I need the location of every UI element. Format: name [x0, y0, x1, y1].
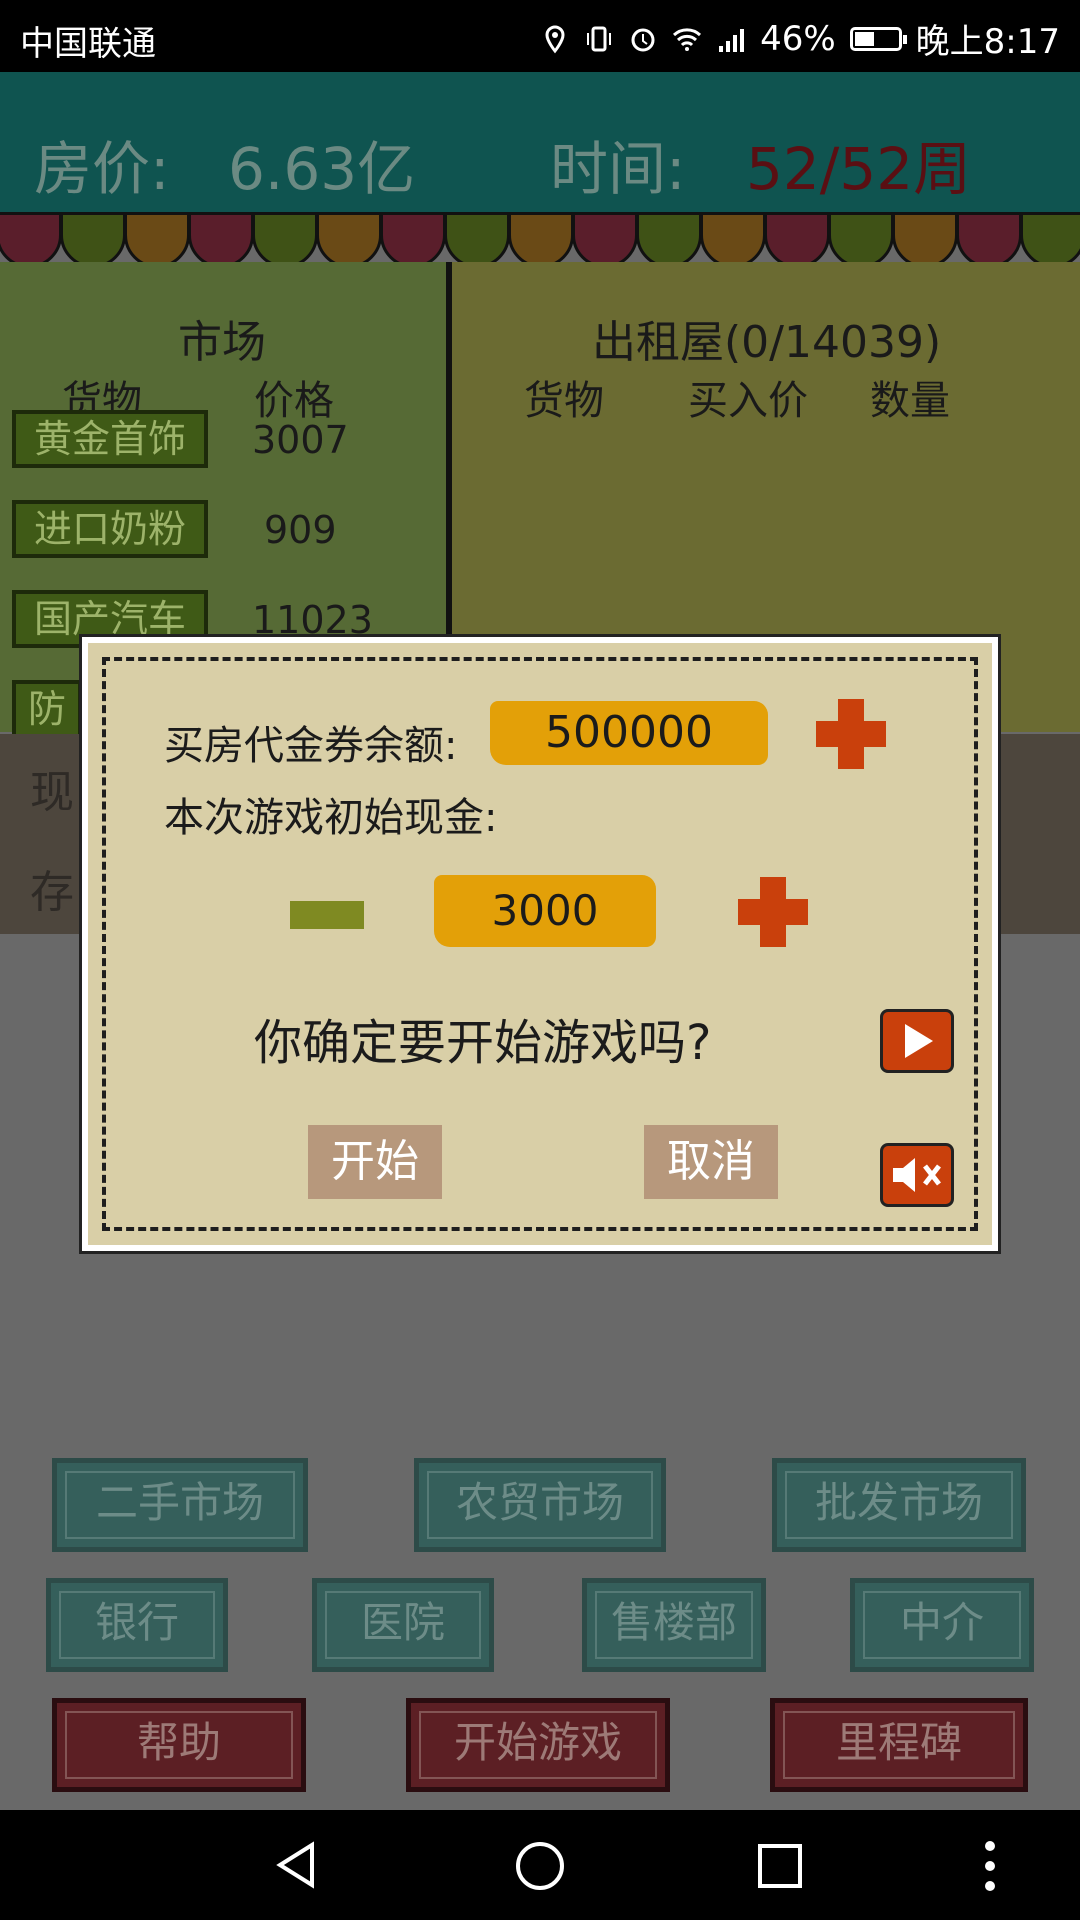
dialog-start-button[interactable]: 开始 [308, 1125, 442, 1199]
awning-scallop [892, 212, 958, 268]
button-frame [325, 1591, 481, 1659]
awning-scallop [956, 212, 1022, 268]
awning-scallop [1020, 212, 1080, 268]
rental-col-qty: 数量 [870, 378, 950, 424]
awning-scallop [636, 212, 702, 268]
awning-scallop [0, 212, 62, 268]
more-options-icon[interactable] [980, 1838, 1000, 1894]
awning-scallop [572, 212, 638, 268]
voucher-label: 买房代金券余额: [164, 723, 458, 769]
button-frame [65, 1471, 295, 1539]
market-item-button[interactable]: 进口奶粉 [12, 500, 208, 558]
time-value: 52/52周 [746, 135, 972, 203]
mute-button[interactable] [880, 1143, 954, 1207]
market-item-button[interactable]: 防 [12, 680, 82, 738]
clock: 晚上8:17 [915, 22, 1060, 62]
house-price-label: 房价: [34, 135, 170, 203]
agency-button[interactable]: 中介 [850, 1578, 1034, 1672]
vibrate-icon [587, 26, 612, 51]
location-icon [545, 24, 565, 53]
initial-cash-value: 3000 [434, 875, 656, 947]
recents-icon[interactable] [756, 1842, 804, 1890]
button-frame [595, 1591, 753, 1659]
wholesale-market-button[interactable]: 批发市场 [772, 1458, 1026, 1552]
sales-office-button[interactable]: 售楼部 [582, 1578, 766, 1672]
dialog-cancel-button[interactable]: 取消 [644, 1125, 778, 1199]
awning-scallop [252, 212, 318, 268]
start-game-button[interactable]: 开始游戏 [406, 1698, 670, 1792]
awning-scallop [188, 212, 254, 268]
play-icon [905, 1024, 933, 1058]
awning-scallop [764, 212, 830, 268]
second-hand-market-button[interactable]: 二手市场 [52, 1458, 308, 1552]
time-label: 时间: [550, 135, 686, 203]
awning-scallop [700, 212, 766, 268]
battery-icon [849, 26, 907, 51]
home-icon[interactable] [514, 1840, 566, 1892]
cash-label: 现 [30, 767, 74, 818]
cash-minus-button[interactable] [290, 901, 364, 929]
hospital-button[interactable]: 医院 [312, 1578, 494, 1672]
market-item-button[interactable]: 黄金首饰 [12, 410, 208, 468]
help-button[interactable]: 帮助 [52, 1698, 306, 1792]
awning-scallop [508, 212, 574, 268]
market-item-price: 3007 [252, 418, 349, 462]
awning-scallop [380, 212, 446, 268]
house-price-value: 6.63亿 [228, 135, 416, 203]
voucher-plus-button[interactable] [816, 699, 886, 769]
milestone-button[interactable]: 里程碑 [770, 1698, 1028, 1792]
button-frame [863, 1591, 1021, 1659]
play-button[interactable] [880, 1009, 954, 1073]
back-icon[interactable] [272, 1840, 322, 1890]
button-frame [427, 1471, 653, 1539]
awning-scallop [60, 212, 126, 268]
alarm-icon [631, 28, 655, 51]
market-item-price: 909 [264, 508, 337, 552]
game-header: 房价: 6.63亿 时间: 52/52周 [0, 72, 1080, 222]
plus-icon-bar [838, 699, 864, 769]
market-item-price: 11023 [252, 598, 373, 642]
status-bar: 中国联通 46% 晚上8:17 [0, 0, 1080, 72]
deposit-label: 存 [30, 867, 74, 918]
battery-percent: 46% [760, 18, 836, 59]
system-nav-bar [0, 1810, 1080, 1920]
battery-level [854, 31, 874, 46]
cash-plus-button[interactable] [738, 877, 808, 947]
rental-col-goods: 货物 [524, 378, 604, 424]
button-frame [785, 1471, 1013, 1539]
signal-4g-icon [719, 28, 745, 52]
wifi-icon [673, 27, 702, 51]
initial-cash-label: 本次游戏初始现金: [164, 795, 498, 841]
mute-icon [893, 1158, 941, 1192]
status-icons: 46% 晚上8:17 [540, 14, 1060, 63]
button-frame [783, 1711, 1015, 1779]
plus-icon-bar [760, 877, 786, 947]
market-title: 市场 [178, 317, 266, 368]
button-frame [59, 1591, 215, 1659]
awning-scallop [316, 212, 382, 268]
voucher-value: 500000 [490, 701, 768, 765]
awning-scallop [828, 212, 894, 268]
rental-title: 出租屋(0/14039) [592, 317, 942, 368]
bank-button[interactable]: 银行 [46, 1578, 228, 1672]
farmers-market-button[interactable]: 农贸市场 [414, 1458, 666, 1552]
button-frame [65, 1711, 293, 1779]
awning-scallop [444, 212, 510, 268]
button-frame [419, 1711, 657, 1779]
carrier-label: 中国联通 [20, 24, 156, 64]
start-game-dialog: 买房代金券余额: 500000 本次游戏初始现金: 3000 你确定要开始游戏吗… [82, 637, 998, 1251]
confirm-question: 你确定要开始游戏吗? [254, 1015, 712, 1071]
rental-col-buy-price: 买入价 [688, 378, 808, 424]
awning-scallop [124, 212, 190, 268]
